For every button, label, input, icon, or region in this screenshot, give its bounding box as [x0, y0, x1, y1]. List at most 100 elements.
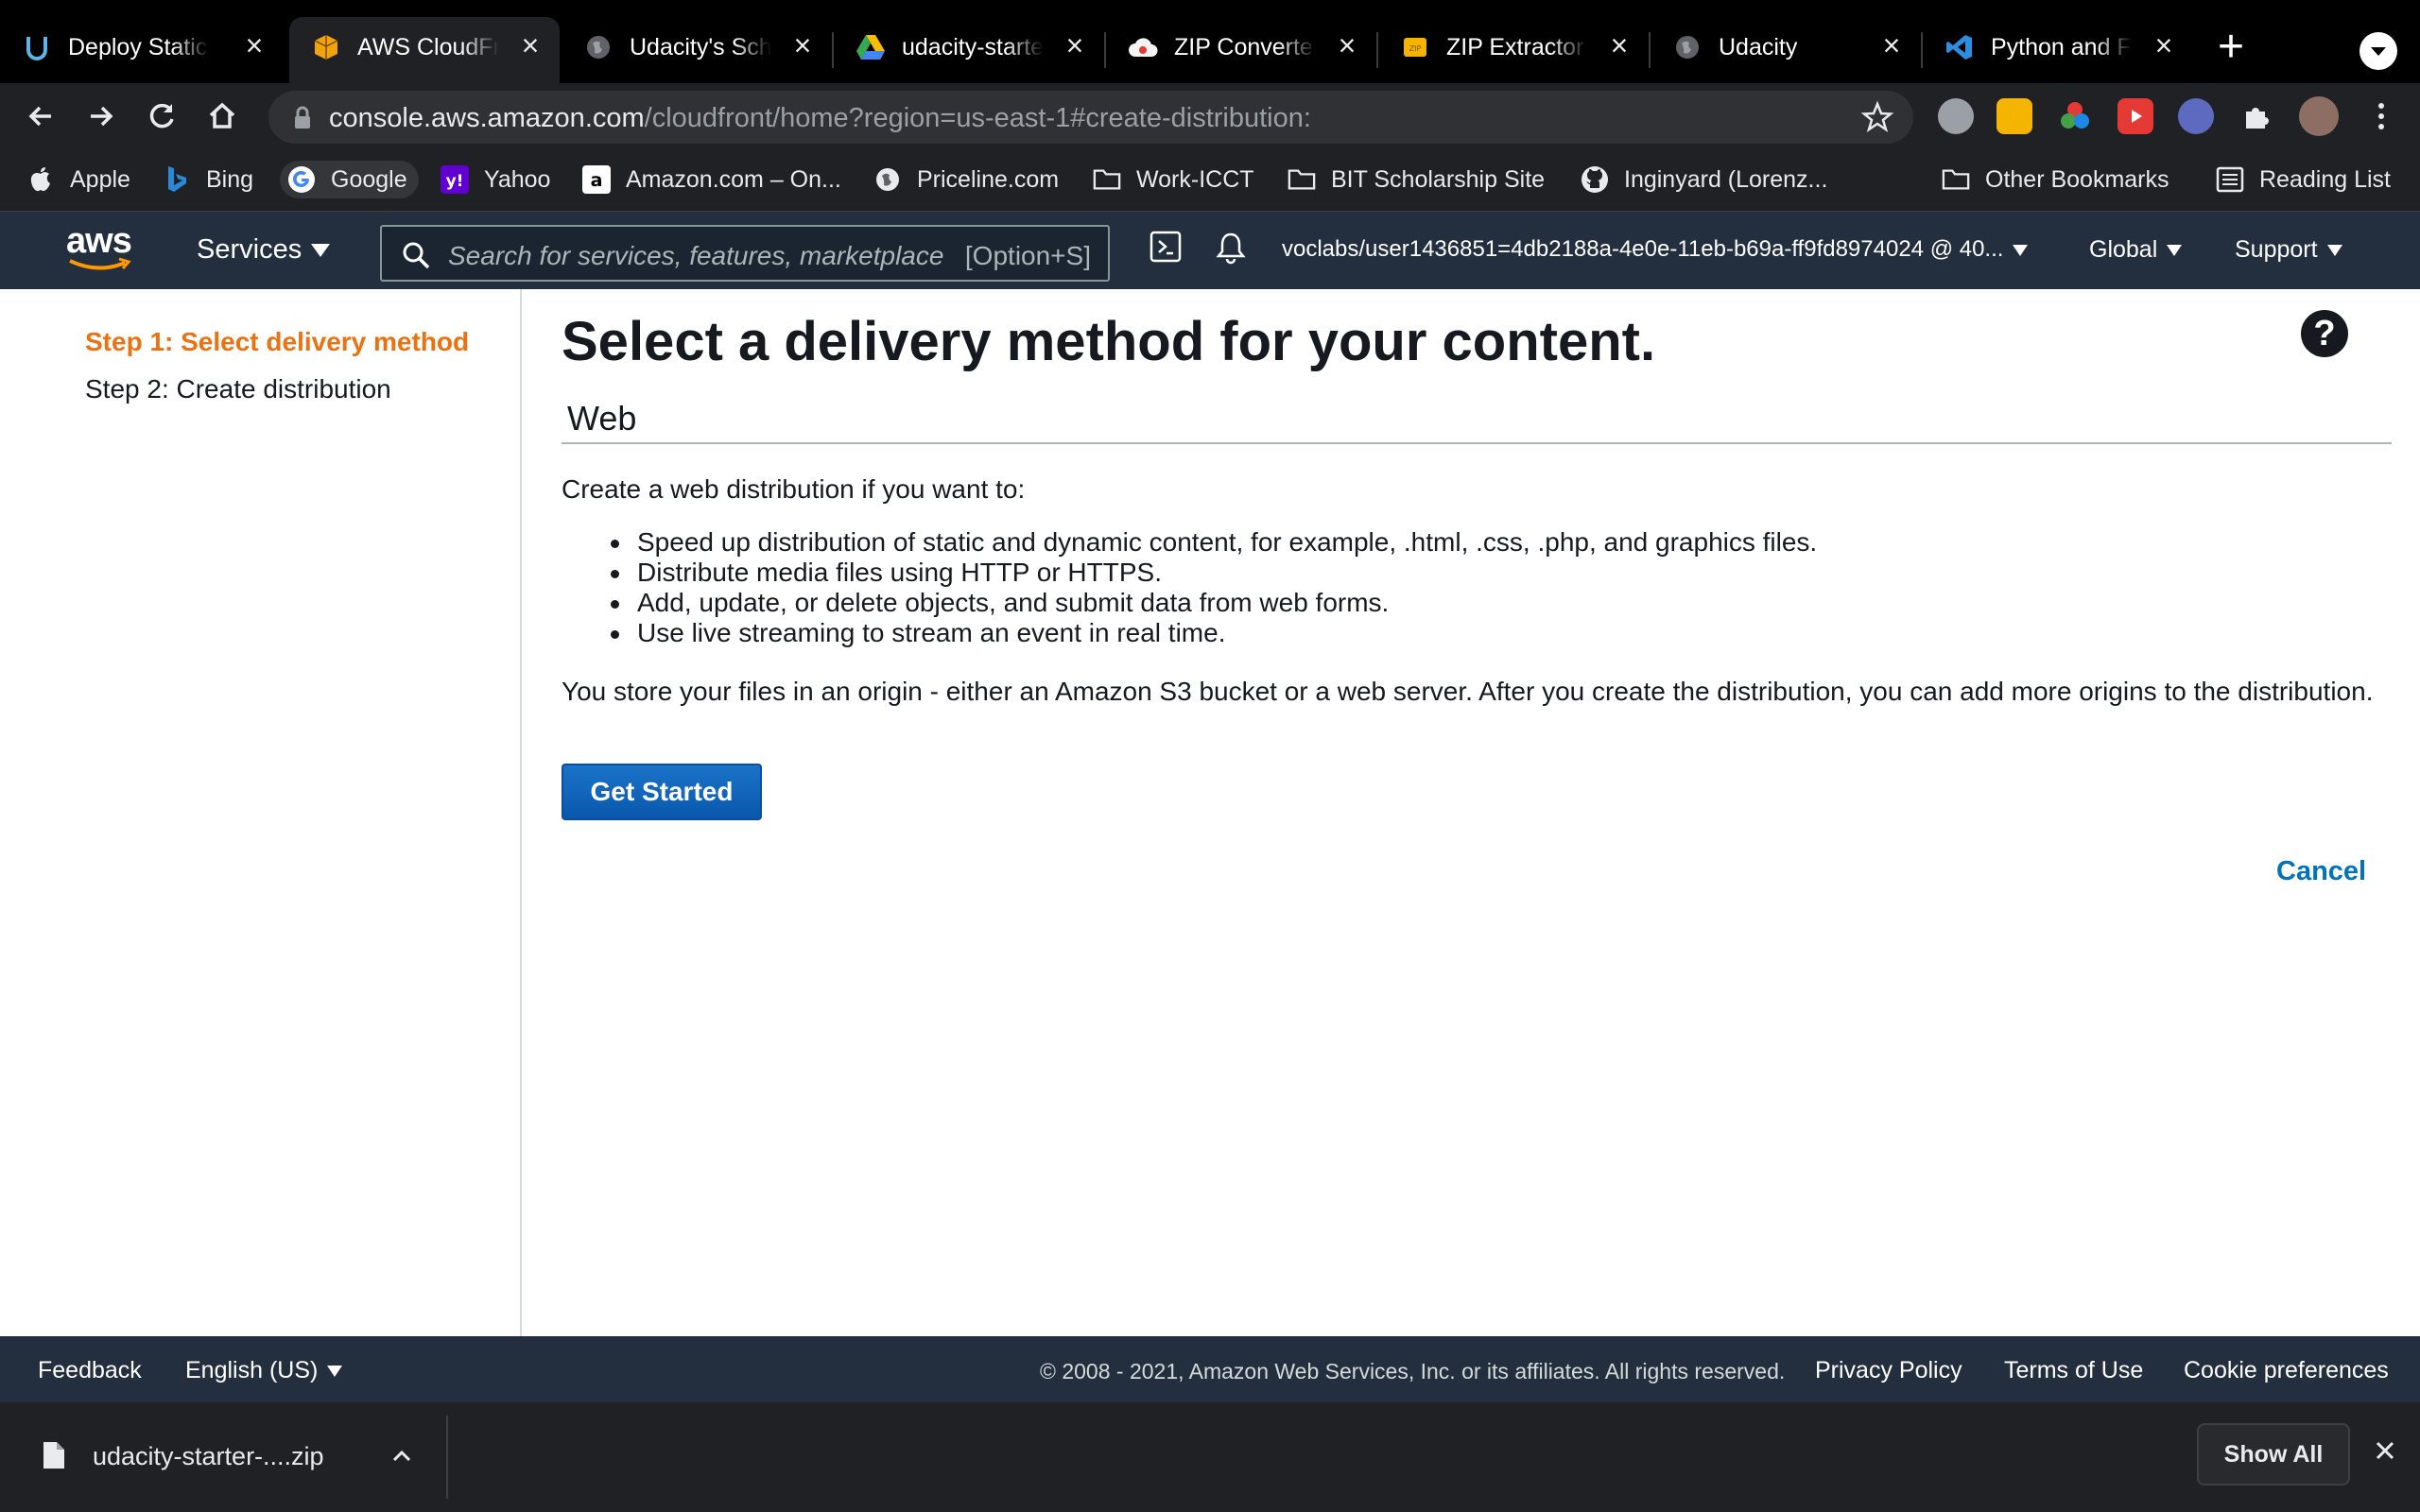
cancel-link[interactable]: Cancel: [2276, 856, 2366, 887]
extensions-puzzle-icon[interactable]: [2238, 98, 2274, 134]
browser-toolbar: console.aws.amazon.com/cloudfront/home?r…: [0, 83, 2420, 147]
bookmark-label: Yahoo: [484, 165, 551, 193]
reading-list-icon: [2216, 165, 2244, 194]
bookmark-work-icct[interactable]: Work-ICCT: [1093, 161, 1254, 198]
bookmark-label: Other Bookmarks: [1985, 165, 2169, 193]
aws-search-input[interactable]: Search for services, features, marketpla…: [380, 225, 1110, 282]
services-menu[interactable]: Services: [197, 234, 331, 266]
tab-udacity[interactable]: Udacity ×: [1651, 17, 1921, 83]
download-shelf: udacity-starter-....zip Show All: [0, 1402, 2420, 1512]
tab-aws-cloudfront[interactable]: AWS CloudFront ×: [289, 17, 560, 83]
tab-title: ZIP Extractor: [1446, 34, 1588, 61]
extension-color-icon[interactable]: [2057, 98, 2093, 134]
reload-icon[interactable]: [140, 94, 183, 138]
bookmark-priceline[interactable]: Priceline.com: [873, 161, 1059, 198]
tab-python-flask[interactable]: Python and Flask ×: [1923, 17, 2193, 83]
download-filename: udacity-starter-....zip: [93, 1442, 324, 1470]
close-icon[interactable]: ×: [514, 30, 546, 62]
section-divider: [562, 442, 2392, 444]
bookmark-apple[interactable]: Apple: [26, 161, 130, 198]
bookmark-amazon[interactable]: a Amazon.com – On...: [582, 161, 841, 198]
account-menu[interactable]: voclabs/user1436851=4db2188a-4e0e-11eb-b…: [1282, 236, 2029, 263]
tab-zip-converter[interactable]: ZIP Converter ×: [1106, 17, 1376, 83]
reading-list-button[interactable]: Reading List: [2216, 161, 2391, 198]
tab-zip-extractor[interactable]: ZIP ZIP Extractor ×: [1378, 17, 1649, 83]
bookmark-bing[interactable]: Bing: [163, 161, 253, 198]
intro-text: Create a web distribution if you want to…: [562, 474, 1026, 504]
close-icon[interactable]: ×: [2148, 30, 2180, 62]
get-started-button[interactable]: Get Started: [562, 764, 762, 820]
other-bookmarks-folder[interactable]: Other Bookmarks: [1942, 161, 2169, 198]
bookmark-label: BIT Scholarship Site: [1331, 165, 1546, 193]
close-icon[interactable]: ×: [786, 30, 819, 62]
step-select-delivery-method[interactable]: Step 1: Select delivery method: [85, 327, 469, 357]
new-tab-plus-icon[interactable]: +: [2210, 25, 2252, 70]
forward-arrow-icon[interactable]: [79, 94, 123, 138]
main-content: Select a delivery method for your conten…: [524, 289, 2420, 1336]
privacy-policy-link[interactable]: Privacy Policy: [1815, 1357, 1962, 1384]
download-item[interactable]: udacity-starter-....zip: [0, 1416, 448, 1499]
bookmark-label: Reading List: [2259, 165, 2391, 193]
chevron-down-icon: [2371, 47, 2386, 56]
support-label: Support: [2235, 236, 2318, 263]
close-icon[interactable]: [2371, 1436, 2399, 1469]
feedback-link[interactable]: Feedback: [38, 1357, 142, 1384]
tab-search-button[interactable]: [2360, 32, 2397, 70]
language-selector[interactable]: English (US): [185, 1357, 343, 1384]
bookmarks-bar: Apple Bing Google y! Yahoo a Amazon.com …: [0, 147, 2420, 212]
tab-udacity-school[interactable]: Udacity's School ×: [562, 17, 832, 83]
search-icon: [401, 240, 431, 275]
github-icon: [1581, 165, 1609, 194]
folder-icon: [1942, 165, 1970, 194]
extension-youtube-icon[interactable]: [2118, 98, 2153, 134]
tab-udacity-starter[interactable]: udacity-starter ×: [834, 17, 1104, 83]
tab-title: udacity-starter: [902, 34, 1044, 61]
tab-title: Deploy Static: [68, 34, 210, 61]
zip-extractor-icon: ZIP: [1399, 31, 1431, 63]
caret-down-icon: [311, 244, 331, 258]
browser-menu-icon[interactable]: [2363, 98, 2399, 134]
globe-icon: [873, 165, 902, 194]
list-item: Use live streaming to stream an event in…: [562, 618, 2395, 648]
close-icon[interactable]: ×: [1603, 30, 1635, 62]
terms-of-use-link[interactable]: Terms of Use: [2004, 1357, 2143, 1384]
help-icon[interactable]: ?: [2301, 310, 2348, 357]
bookmark-yahoo[interactable]: y! Yahoo: [441, 161, 550, 198]
extension-glasses-icon[interactable]: [2178, 98, 2214, 134]
file-icon: [42, 1440, 66, 1475]
bookmark-label: Priceline.com: [917, 165, 1060, 193]
support-menu[interactable]: Support: [2235, 236, 2342, 264]
step-create-distribution[interactable]: Step 2: Create distribution: [85, 374, 391, 404]
lock-icon[interactable]: [293, 106, 312, 135]
close-icon[interactable]: ×: [1331, 30, 1363, 62]
show-all-downloads-button[interactable]: Show All: [2197, 1423, 2350, 1486]
bookmark-google[interactable]: Google: [280, 161, 419, 198]
services-label: Services: [197, 234, 302, 265]
tab-deploy-static[interactable]: Deploy Static ×: [0, 17, 284, 83]
svg-text:ZIP: ZIP: [1409, 44, 1422, 53]
extension-sync-icon[interactable]: [1938, 98, 1974, 134]
bookmark-star-icon[interactable]: [1860, 100, 1894, 139]
aws-logo[interactable]: aws: [66, 223, 132, 272]
close-icon[interactable]: ×: [1876, 30, 1908, 62]
cloudshell-icon[interactable]: [1150, 231, 1182, 267]
address-bar[interactable]: console.aws.amazon.com/cloudfront/home?r…: [268, 91, 1913, 144]
origin-note: You store your files in an origin - eith…: [562, 677, 2374, 706]
bing-icon: [163, 165, 191, 194]
chevron-up-icon[interactable]: [388, 1442, 416, 1475]
close-icon[interactable]: ×: [1059, 30, 1091, 62]
caret-down-icon: [2167, 245, 2183, 257]
region-label: Global: [2089, 236, 2158, 263]
bookmark-bit-scholarship[interactable]: BIT Scholarship Site: [1288, 161, 1545, 198]
cookie-preferences-link[interactable]: Cookie preferences: [2184, 1357, 2389, 1384]
back-arrow-icon[interactable]: [19, 94, 62, 138]
profile-avatar[interactable]: [2299, 96, 2339, 136]
region-menu[interactable]: Global: [2089, 236, 2183, 264]
bookmark-inginyard[interactable]: Inginyard (Lorenz...: [1581, 161, 1827, 198]
list-item: Speed up distribution of static and dyna…: [562, 527, 2395, 558]
home-icon[interactable]: [200, 94, 244, 138]
extension-notes-icon[interactable]: [1996, 98, 2032, 134]
close-icon[interactable]: ×: [238, 30, 270, 62]
svg-text:y!: y!: [446, 172, 464, 191]
notifications-bell-icon[interactable]: [1216, 231, 1246, 269]
